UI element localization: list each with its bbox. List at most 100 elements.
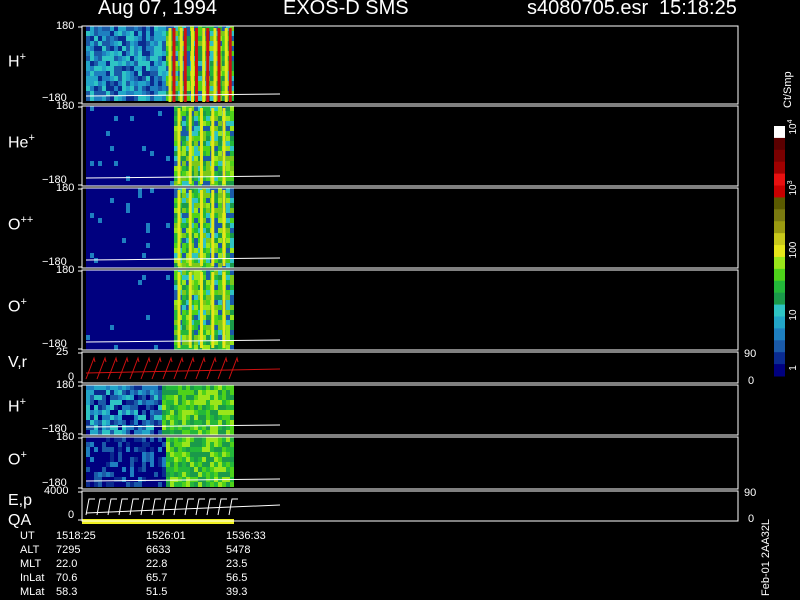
spectrogram-cell [110, 161, 114, 166]
spectrogram-cell [206, 166, 210, 171]
spectrogram-cell [198, 452, 202, 457]
ep-sweep [195, 498, 205, 516]
spectrogram-cell [138, 305, 142, 310]
spectrogram-cell [166, 131, 170, 136]
spectrogram-cell [90, 290, 94, 295]
spectrogram-cell [114, 166, 118, 171]
spectrogram-cell [142, 467, 146, 472]
spectrogram-cell [226, 295, 230, 300]
spectrogram-cell [118, 116, 122, 121]
spectrogram-cell [190, 420, 194, 425]
spectrogram-cell [106, 141, 110, 146]
spectrogram-cell [134, 198, 138, 203]
spectrogram-cell [110, 116, 114, 121]
spectrogram-cell [138, 198, 142, 203]
spectrogram-cell [130, 430, 134, 435]
spectrogram-cell [162, 156, 166, 161]
spectrogram-cell [114, 146, 118, 151]
spectrogram-cell [170, 462, 174, 467]
spectrogram-cell [162, 315, 166, 320]
spectrogram-cell [174, 442, 178, 447]
spectrogram-cell [102, 270, 106, 275]
spectrogram-cell [110, 442, 114, 447]
spectrogram-cell [110, 51, 114, 56]
spectrogram-cell [138, 41, 142, 46]
spectrogram-cell [182, 181, 186, 186]
spectrogram-cell [90, 415, 94, 420]
spectrogram-cell [214, 243, 218, 248]
colorbar-swatch [774, 149, 785, 163]
spectrogram-cell [150, 467, 154, 472]
spectrogram-cell [162, 61, 166, 66]
spectrogram-cell [154, 442, 158, 447]
spectrogram-cell [102, 86, 106, 91]
spectrogram-cell [106, 71, 110, 76]
spectrogram-cell [118, 41, 122, 46]
pitch-angle-band [188, 108, 192, 184]
spectrogram-cell [154, 330, 158, 335]
spectrogram-cell [162, 263, 166, 268]
spectrogram-cell [102, 275, 106, 280]
spectrogram-cell [126, 400, 130, 405]
colorbar-label: 1 [788, 365, 799, 371]
spectrogram-cell [126, 472, 130, 477]
spectrogram-cell [182, 238, 186, 243]
spectrogram-cell [218, 151, 222, 156]
pitch-angle-band [206, 28, 210, 102]
panel-5 [78, 384, 739, 436]
spectrogram-cell [142, 208, 146, 213]
spectrogram-cell [110, 156, 114, 161]
spectrogram-cell [134, 345, 138, 350]
spectrogram-cell [102, 430, 106, 435]
spectrogram-cell [154, 315, 158, 320]
spectrogram-cell [198, 56, 202, 61]
spectrogram-cell [206, 330, 210, 335]
spectrogram-cell [142, 335, 146, 340]
spectrogram-cell [94, 136, 98, 141]
spectrogram-cell [198, 410, 202, 415]
spectrogram-cell [126, 447, 130, 452]
colorbar-swatch [774, 280, 785, 294]
spectrogram-cell [218, 263, 222, 268]
spectrogram-cell [186, 415, 190, 420]
spectrogram-cell [98, 156, 102, 161]
spectrogram-cell [142, 146, 146, 151]
spectrogram-cell [166, 243, 170, 248]
spectrogram-cell [94, 243, 98, 248]
spectrogram-cell [146, 188, 150, 193]
spectrogram-cell [146, 228, 150, 233]
spectrogram-cell [86, 285, 90, 290]
spectrogram-cell [166, 248, 170, 253]
spectrogram-cell [98, 452, 102, 457]
spectrogram-cell [194, 213, 198, 218]
spectrogram-cell [174, 290, 178, 295]
spectrogram-cell [178, 437, 182, 442]
spectrogram-cell [86, 305, 90, 310]
ephemeris-label: UT [20, 530, 35, 542]
spectrogram-cell [190, 462, 194, 467]
spectrogram-cell [142, 213, 146, 218]
spectrogram-cell [114, 151, 118, 156]
spectrogram-cell [162, 305, 166, 310]
spectrogram-cell [146, 116, 150, 121]
spectrogram-cell [126, 482, 130, 487]
spectrogram-cell [126, 208, 130, 213]
spectrogram-cell [206, 395, 210, 400]
spectrogram-cell [150, 345, 154, 350]
spectrogram-cell [106, 51, 110, 56]
spectrogram-cell [98, 176, 102, 181]
spectrogram-cell [86, 243, 90, 248]
spectrogram-cell [126, 385, 130, 390]
spectrogram-cell [90, 420, 94, 425]
spectrogram-cell [130, 41, 134, 46]
spectrogram-cell [98, 111, 102, 116]
spectrogram-cell [138, 310, 142, 315]
spectrogram-cell [214, 188, 218, 193]
spectrogram-cell [98, 86, 102, 91]
spectrogram-cell [106, 295, 110, 300]
spectrogram-cell [150, 166, 154, 171]
spectrogram-cell [182, 457, 186, 462]
spectrogram-cell [94, 275, 98, 280]
spectrogram-cell [166, 156, 170, 161]
spectrogram-cell [94, 315, 98, 320]
